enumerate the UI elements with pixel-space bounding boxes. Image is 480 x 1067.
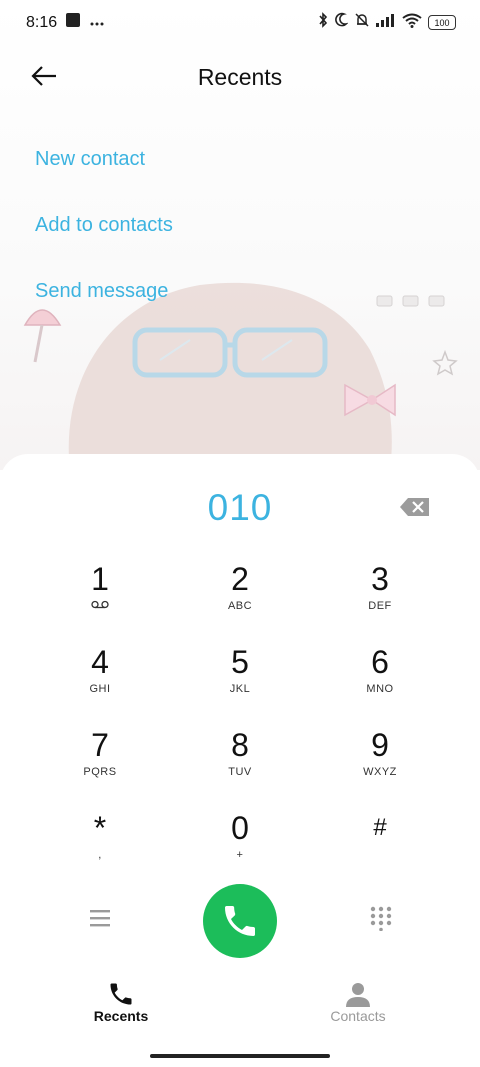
key-digit: 2 bbox=[231, 561, 249, 597]
backspace-button[interactable] bbox=[399, 496, 431, 523]
tab-recents-label: Recents bbox=[93, 1008, 149, 1024]
key-2[interactable]: 2 ABC bbox=[180, 560, 300, 630]
key-star[interactable]: * , bbox=[40, 809, 160, 879]
menu-button[interactable] bbox=[87, 905, 113, 931]
key-letters: MNO bbox=[366, 683, 394, 695]
key-1[interactable]: 1 bbox=[40, 560, 160, 630]
key-digit: 5 bbox=[231, 644, 249, 680]
key-7[interactable]: 7 PQRS bbox=[40, 726, 160, 796]
key-6[interactable]: 6 MNO bbox=[320, 643, 440, 713]
wifi-icon bbox=[402, 13, 422, 33]
bluetooth-icon bbox=[318, 12, 328, 33]
signal-icon bbox=[376, 13, 396, 32]
status-time: 8:16 bbox=[26, 14, 58, 31]
key-digit: 4 bbox=[91, 644, 109, 680]
key-digit: 1 bbox=[91, 561, 109, 597]
key-letters: GHI bbox=[89, 683, 111, 695]
key-letters: + bbox=[236, 849, 244, 861]
key-letters: TUV bbox=[228, 766, 252, 778]
more-icon bbox=[90, 14, 104, 32]
key-8[interactable]: 8 TUV bbox=[180, 726, 300, 796]
tab-contacts[interactable]: Contacts bbox=[298, 980, 418, 1024]
key-digit: * bbox=[93, 810, 107, 846]
key-letters: , bbox=[98, 849, 102, 861]
key-letters: PQRS bbox=[83, 766, 117, 778]
send-message-link[interactable]: Send message bbox=[35, 280, 168, 303]
key-digit: 6 bbox=[371, 644, 389, 680]
key-3[interactable]: 3 DEF bbox=[320, 560, 440, 630]
key-digit: 3 bbox=[371, 561, 389, 597]
person-icon bbox=[346, 983, 370, 1007]
status-left-icons bbox=[66, 13, 104, 32]
dialpad-icon bbox=[370, 906, 392, 932]
backspace-icon bbox=[400, 498, 429, 516]
hamburger-icon bbox=[90, 910, 110, 927]
key-letters: DEF bbox=[368, 600, 392, 612]
key-letters: WXYZ bbox=[363, 766, 397, 778]
key-letters: ABC bbox=[227, 600, 253, 612]
call-button[interactable] bbox=[203, 884, 277, 958]
status-bar: 8:16 100 bbox=[0, 0, 480, 46]
key-digit: 7 bbox=[91, 727, 109, 763]
bell-off-icon bbox=[354, 12, 370, 33]
add-to-contacts-link[interactable]: Add to contacts bbox=[35, 214, 173, 237]
new-contact-link[interactable]: New contact bbox=[35, 148, 145, 171]
key-9[interactable]: 9 WXYZ bbox=[320, 726, 440, 796]
voicemail-icon bbox=[40, 600, 160, 612]
key-digit: 9 bbox=[371, 727, 389, 763]
tab-recents[interactable]: Recents bbox=[61, 980, 181, 1024]
moon-icon bbox=[334, 12, 349, 33]
square-icon bbox=[66, 13, 80, 32]
page-title: Recents bbox=[197, 64, 283, 90]
tab-contacts-label: Contacts bbox=[330, 1008, 386, 1024]
header: Recents bbox=[0, 54, 480, 100]
key-0[interactable]: 0 + bbox=[180, 809, 300, 879]
key-digit: 8 bbox=[231, 727, 249, 763]
key-letters: JKL bbox=[229, 683, 251, 695]
dialpad-toggle-button[interactable] bbox=[368, 905, 394, 932]
key-digit: 0 bbox=[231, 810, 249, 846]
phone-icon bbox=[225, 906, 255, 936]
key-digit: # bbox=[373, 814, 387, 841]
key-5[interactable]: 5 JKL bbox=[180, 643, 300, 713]
key-hash[interactable]: # bbox=[320, 809, 440, 879]
phone-icon bbox=[110, 983, 132, 1005]
key-4[interactable]: 4 GHI bbox=[40, 643, 160, 713]
battery-icon: 100 bbox=[428, 15, 456, 30]
status-right-icons: 100 bbox=[318, 12, 456, 33]
home-indicator[interactable] bbox=[150, 1054, 330, 1058]
